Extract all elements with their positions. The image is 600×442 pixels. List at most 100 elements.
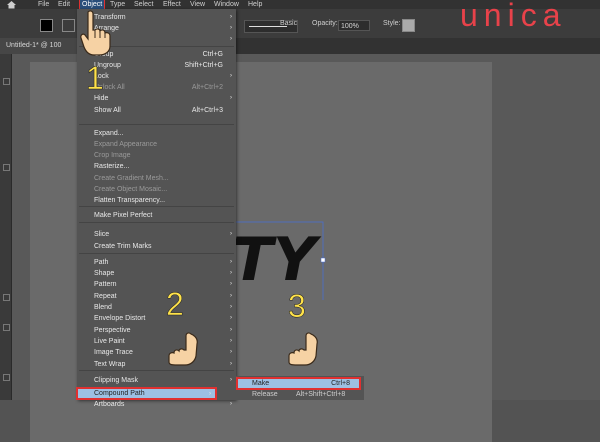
menu-item-shortcut: Alt+Ctrl+2	[191, 84, 223, 91]
stroke-swatch[interactable]	[62, 19, 75, 32]
tool-icon[interactable]	[3, 374, 10, 381]
menu-item-create-object-mosaic[interactable]: Create Object Mosaic...	[77, 184, 236, 195]
menu-item-crop-image[interactable]: Crop Image	[77, 150, 236, 161]
menu-item-shape[interactable]: Shape ›	[77, 268, 236, 279]
menu-help[interactable]: Help	[248, 0, 262, 9]
step-1-number: 1	[86, 60, 104, 97]
step-3-number: 3	[288, 288, 306, 325]
menu-item-make-pixel-perfect[interactable]: Make Pixel Perfect	[77, 210, 236, 221]
menu-item-label: Live Paint	[94, 338, 125, 345]
submenu-arrow-icon: ›	[230, 231, 232, 237]
graphic-style-swatch[interactable]	[402, 19, 415, 32]
menu-item-artboards[interactable]: Artboards ›	[77, 399, 236, 410]
menu-item-shortcut: Alt+Ctrl+3	[191, 107, 223, 114]
menu-item-show-all[interactable]: Show All Alt+Ctrl+3	[77, 105, 236, 116]
menu-item-label: Crop Image	[94, 152, 131, 159]
unica-logo: unica	[460, 0, 567, 33]
submenu-arrow-icon: ›	[230, 327, 232, 333]
menu-item-expand[interactable]: Expand...	[77, 128, 236, 139]
menu-item-label: Compound Path	[94, 390, 145, 397]
submenu-arrow-icon: ›	[230, 259, 232, 265]
menu-item-image-trace[interactable]: Image Trace ›	[77, 347, 236, 358]
menu-item-label: Expand...	[94, 130, 124, 137]
menu-item-shortcut: Ctrl+G	[202, 51, 223, 58]
menu-item-label: Slice	[94, 231, 110, 238]
menu-view[interactable]: View	[190, 0, 205, 9]
artwork-text-glyphs: TY	[232, 225, 322, 295]
menu-item-live-paint[interactable]: Live Paint ›	[77, 336, 236, 347]
submenu-arrow-icon: ›	[230, 401, 232, 407]
menu-item-rasterize[interactable]: Rasterize...	[77, 161, 236, 172]
submenu-arrow-icon: ›	[230, 338, 232, 344]
make-label: Make	[252, 380, 270, 387]
style-label: Style:	[383, 20, 401, 27]
submenu-arrow-icon: ›	[230, 95, 232, 101]
menu-separator	[79, 124, 234, 125]
menu-item-create-trim-marks[interactable]: Create Trim Marks	[77, 241, 236, 252]
menu-item-label: Show All	[94, 107, 121, 114]
stroke-style-label: Basic	[280, 20, 298, 27]
menu-item-label: Create Object Mosaic...	[94, 186, 168, 193]
menu-item-repeat[interactable]: Repeat ›	[77, 291, 236, 302]
tool-icon[interactable]	[3, 294, 10, 301]
pointing-hand-icon	[283, 330, 319, 374]
opacity-label: Opacity:	[312, 20, 338, 27]
artwork-text[interactable]: TY	[227, 210, 338, 307]
menu-item-make[interactable]: Make Ctrl+8	[236, 377, 361, 390]
opacity-input[interactable]: 100%	[338, 20, 370, 31]
menu-item-perspective[interactable]: Perspective ›	[77, 325, 236, 336]
menu-select[interactable]: Select	[134, 0, 153, 9]
submenu-arrow-icon: ›	[209, 391, 211, 397]
submenu-arrow-icon: ›	[230, 293, 232, 299]
menu-item-envelope-distort[interactable]: Envelope Distort ›	[77, 313, 236, 324]
menu-separator	[79, 370, 234, 371]
menu-separator	[79, 206, 234, 207]
menu-window[interactable]: Window	[214, 0, 239, 9]
home-icon[interactable]	[6, 0, 17, 9]
pointing-hand-icon	[80, 10, 112, 58]
menu-item-pattern[interactable]: Pattern ›	[77, 279, 236, 290]
menu-item-shortcut: Shift+Ctrl+G	[184, 62, 223, 69]
compound-path-submenu: Make Ctrl+8 Release Alt+Shift+Ctrl+8	[236, 376, 364, 400]
menu-item-blend[interactable]: Blend ›	[77, 302, 236, 313]
submenu-arrow-icon: ›	[230, 14, 232, 20]
menu-item-label: Blend	[94, 304, 112, 311]
menu-edit[interactable]: Edit	[58, 0, 70, 9]
menu-item-label: Image Trace	[94, 349, 133, 356]
menu-separator	[79, 253, 234, 254]
fill-swatch[interactable]	[40, 19, 53, 32]
submenu-arrow-icon: ›	[230, 377, 232, 383]
tool-icon[interactable]	[3, 78, 10, 85]
document-tab[interactable]: Untitled-1* @ 100	[0, 38, 82, 54]
step-2-number: 2	[166, 286, 184, 323]
menu-file[interactable]: File	[38, 0, 49, 9]
menu-item-label: Repeat	[94, 293, 117, 300]
menu-item-release[interactable]: Release Alt+Shift+Ctrl+8	[236, 390, 364, 400]
submenu-arrow-icon: ›	[230, 349, 232, 355]
menu-item-label: Clipping Mask	[94, 377, 138, 384]
menu-item-clipping-mask[interactable]: Clipping Mask ›	[77, 375, 236, 386]
menu-separator	[79, 222, 234, 223]
menu-item-label: Shape	[94, 270, 115, 277]
submenu-arrow-icon: ›	[230, 25, 232, 31]
menu-item-text-wrap[interactable]: Text Wrap ›	[77, 359, 236, 370]
tool-icon[interactable]	[3, 324, 10, 331]
menu-item-create-gradient-mesh[interactable]: Create Gradient Mesh...	[77, 173, 236, 184]
menu-item-label: Make Pixel Perfect	[94, 212, 153, 219]
tools-panel	[0, 54, 12, 400]
menu-effect[interactable]: Effect	[163, 0, 181, 9]
submenu-arrow-icon: ›	[230, 270, 232, 276]
release-label: Release	[252, 391, 278, 398]
submenu-arrow-icon: ›	[230, 73, 232, 79]
menu-item-path[interactable]: Path ›	[77, 257, 236, 268]
menu-item-flatten-transparency[interactable]: Flatten Transparency...	[77, 195, 236, 206]
menu-item-label: Envelope Distort	[94, 315, 146, 322]
submenu-arrow-icon: ›	[230, 304, 232, 310]
menu-item-expand-appearance[interactable]: Expand Appearance	[77, 139, 236, 150]
menu-type[interactable]: Type	[110, 0, 125, 9]
tool-icon[interactable]	[3, 164, 10, 171]
menu-item-label: Path	[94, 259, 109, 266]
menu-item-slice[interactable]: Slice ›	[77, 229, 236, 240]
menu-item-label: Perspective	[94, 327, 131, 334]
submenu-arrow-icon: ›	[230, 315, 232, 321]
